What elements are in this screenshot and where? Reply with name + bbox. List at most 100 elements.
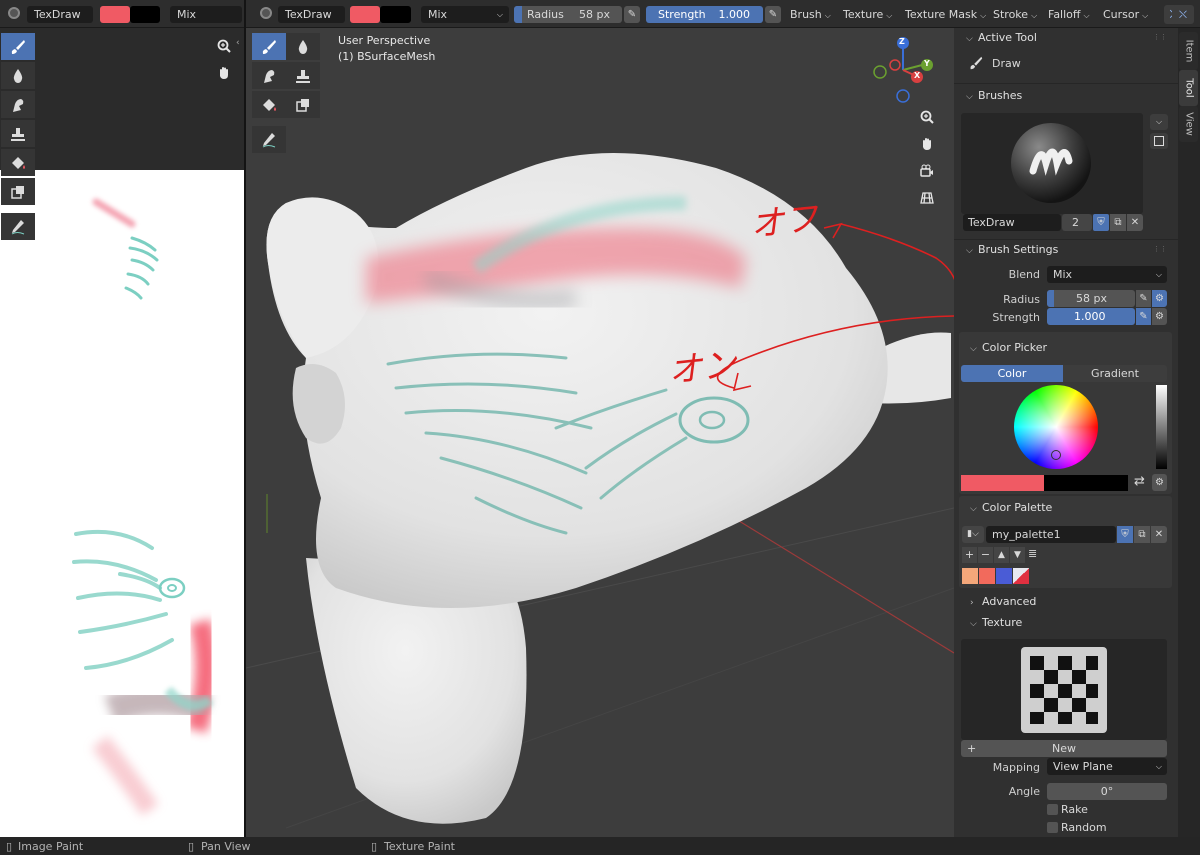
close-icon[interactable]: ✕ bbox=[1151, 526, 1167, 543]
tool-clone[interactable] bbox=[1, 120, 35, 147]
menu-texture[interactable]: Texture ⌵ bbox=[843, 6, 892, 23]
brush-name-field[interactable]: TexDraw bbox=[27, 6, 93, 23]
palette-name-field[interactable]: my_palette1 bbox=[986, 526, 1116, 543]
blend-dropdown[interactable]: Mix ⌵ bbox=[1047, 266, 1167, 283]
brush-preview[interactable] bbox=[961, 113, 1143, 214]
close-icon[interactable]: ✕ bbox=[1127, 214, 1143, 231]
tool-draw[interactable] bbox=[1, 33, 35, 60]
blend-mode-dropdown[interactable]: Mix bbox=[170, 6, 242, 23]
palette-swatch-2[interactable] bbox=[979, 568, 995, 584]
fake-user-shield-icon[interactable]: ⛨ bbox=[1117, 526, 1133, 543]
secondary-color-swatch[interactable] bbox=[1044, 475, 1128, 491]
grid-view-icon[interactable] bbox=[915, 186, 939, 210]
radius-slider[interactable]: Radius 58 px bbox=[514, 6, 622, 23]
zoom-icon[interactable] bbox=[212, 34, 236, 58]
pressure-pen-icon[interactable]: ✎ bbox=[624, 6, 640, 23]
pan-hand-icon[interactable] bbox=[212, 61, 236, 85]
panel-header-color-picker[interactable]: ⌵ Color Picker bbox=[970, 339, 1047, 357]
viewport-3d[interactable]: オフ オン User Perspective (1) BSurfaceMesh … bbox=[246, 28, 954, 837]
move-up-icon[interactable]: ▲ bbox=[994, 547, 1009, 563]
palette-swatch-1[interactable] bbox=[962, 568, 978, 584]
tab-color[interactable]: Color bbox=[961, 365, 1063, 382]
menu-brush[interactable]: Brush ⌵ bbox=[790, 6, 831, 23]
tool-clone[interactable] bbox=[286, 62, 320, 89]
value-slider[interactable] bbox=[1156, 385, 1167, 469]
brush-image-icon[interactable] bbox=[1150, 133, 1168, 149]
rake-checkbox[interactable] bbox=[1047, 804, 1058, 815]
tool-smear[interactable] bbox=[252, 62, 286, 89]
camera-icon[interactable] bbox=[915, 159, 939, 183]
editor-type-icon[interactable] bbox=[260, 7, 272, 19]
tab-item[interactable]: Item bbox=[1179, 32, 1198, 70]
pan-hand-icon[interactable] bbox=[915, 132, 939, 156]
menu-stroke[interactable]: Stroke ⌵ bbox=[993, 6, 1037, 23]
palette-swatch-3[interactable] bbox=[996, 568, 1012, 584]
palette-browse-icon[interactable]: ▮⌵ bbox=[962, 526, 984, 543]
brush-name-field[interactable]: TexDraw bbox=[963, 214, 1061, 231]
panel-header-active-tool[interactable]: ⌵ Active Tool bbox=[966, 29, 1037, 47]
tool-mask[interactable] bbox=[1, 178, 35, 205]
angle-field[interactable]: 0° bbox=[1047, 783, 1167, 800]
panel-header-brush-settings[interactable]: ⌵ Brush Settings bbox=[966, 241, 1058, 259]
new-texture-button[interactable]: + New bbox=[961, 740, 1167, 757]
brush-browse-button[interactable]: ⌵ bbox=[1150, 114, 1168, 130]
image-editor-canvas-white[interactable] bbox=[0, 170, 244, 837]
tool-soften[interactable] bbox=[286, 33, 320, 60]
unified-setting-icon[interactable]: ⚙ bbox=[1152, 308, 1167, 325]
brush-name-field[interactable]: TexDraw bbox=[278, 6, 345, 23]
primary-color-swatch[interactable] bbox=[961, 475, 1044, 491]
editor-type-icon[interactable] bbox=[8, 7, 20, 19]
strength-slider[interactable]: Strength 1.000 bbox=[646, 6, 763, 23]
panel-header-advanced[interactable]: › Advanced bbox=[970, 593, 1036, 611]
zoom-icon[interactable] bbox=[915, 105, 939, 129]
palette-swatch-4[interactable] bbox=[1013, 568, 1029, 584]
radius-slider[interactable]: 58 px bbox=[1047, 290, 1135, 307]
color-wheel[interactable] bbox=[1014, 385, 1098, 469]
remove-color-icon[interactable]: − bbox=[978, 547, 993, 563]
panel-header-color-palette[interactable]: ⌵ Color Palette bbox=[970, 499, 1052, 517]
duplicate-icon[interactable]: ⧉ bbox=[1134, 526, 1150, 543]
duplicate-icon[interactable]: ⧉ bbox=[1110, 214, 1126, 231]
tab-view[interactable]: View bbox=[1179, 106, 1198, 142]
swap-colors-icon[interactable]: ⇄ bbox=[1134, 474, 1145, 489]
tool-soften[interactable] bbox=[1, 62, 35, 89]
tool-fill[interactable] bbox=[252, 91, 286, 118]
tool-mask[interactable] bbox=[286, 91, 320, 118]
menu-texture-mask[interactable]: Texture Mask ⌵ bbox=[905, 6, 986, 23]
fake-user-shield-icon[interactable]: ⛨ bbox=[1093, 214, 1109, 231]
sort-icon[interactable]: ≣ bbox=[1028, 547, 1037, 560]
panel-header-brushes[interactable]: ⌵ Brushes bbox=[966, 87, 1022, 105]
tool-smear[interactable] bbox=[1, 91, 35, 118]
tool-fill[interactable] bbox=[1, 149, 35, 176]
unified-setting-icon[interactable]: ⚙ bbox=[1152, 474, 1167, 491]
mapping-dropdown[interactable]: View Plane ⌵ bbox=[1047, 758, 1167, 775]
blend-mode-dropdown[interactable]: Mix ⌵ bbox=[421, 6, 509, 23]
random-checkbox[interactable] bbox=[1047, 822, 1058, 833]
move-down-icon[interactable]: ▼ bbox=[1010, 547, 1025, 563]
tool-annotate[interactable] bbox=[1, 213, 35, 240]
tab-tool[interactable]: Tool bbox=[1179, 70, 1198, 106]
menu-falloff[interactable]: Falloff ⌵ bbox=[1048, 6, 1090, 23]
unified-setting-icon[interactable]: ⚙ bbox=[1152, 290, 1167, 307]
tool-draw[interactable] bbox=[252, 33, 286, 60]
panel-header-texture[interactable]: ⌵ Texture bbox=[970, 614, 1022, 632]
brush-users-count[interactable]: 2 bbox=[1062, 214, 1092, 231]
drag-handle-icon[interactable]: ⋮⋮ bbox=[1153, 245, 1167, 253]
primary-color-swatch[interactable] bbox=[350, 6, 380, 23]
secondary-color-swatch[interactable] bbox=[130, 6, 160, 23]
tab-gradient[interactable]: Gradient bbox=[1063, 365, 1167, 382]
collapse-arrow-icon[interactable]: ‹ bbox=[236, 38, 240, 48]
tool-annotate[interactable] bbox=[252, 126, 286, 153]
menu-cursor[interactable]: Cursor ⌵ bbox=[1103, 6, 1148, 23]
pressure-pen-icon[interactable]: ✎ bbox=[1136, 290, 1151, 307]
add-color-icon[interactable]: + bbox=[962, 547, 977, 563]
pressure-pen-icon[interactable]: ✎ bbox=[765, 6, 781, 23]
color-wheel-cursor[interactable] bbox=[1051, 450, 1061, 460]
strength-slider[interactable]: 1.000 bbox=[1047, 308, 1135, 325]
pressure-pen-icon[interactable]: ✎ bbox=[1136, 308, 1151, 325]
secondary-color-swatch[interactable] bbox=[380, 6, 411, 23]
drag-handle-icon[interactable]: ⋮⋮ bbox=[1153, 33, 1167, 41]
symmetry-toggle-icon[interactable]: ⛌ bbox=[1172, 5, 1194, 24]
primary-color-swatch[interactable] bbox=[100, 6, 130, 23]
texture-preview[interactable] bbox=[961, 639, 1167, 740]
